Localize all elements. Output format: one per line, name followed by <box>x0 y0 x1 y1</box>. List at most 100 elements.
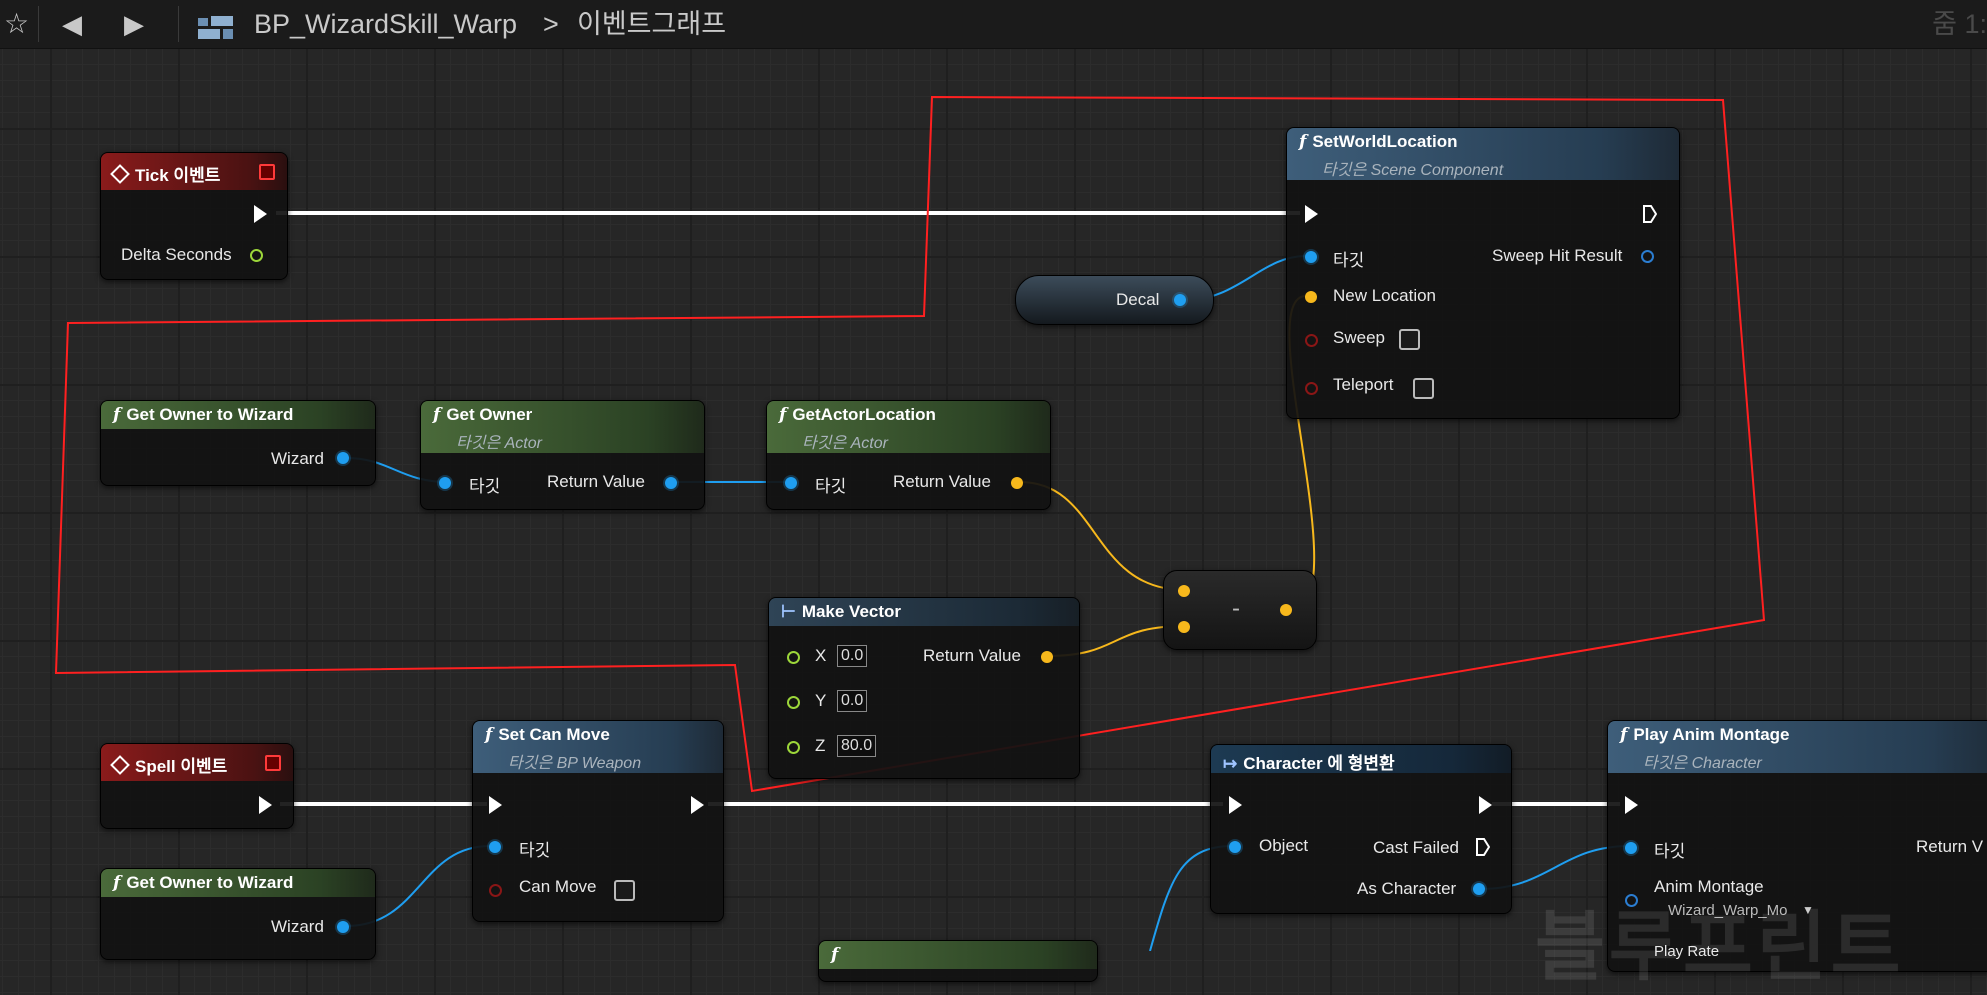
make-vector-y-pin[interactable] <box>787 696 800 709</box>
cast-to-character-node[interactable]: ↦ Character 에 형변환 Object Cast Failed As C… <box>1210 744 1512 914</box>
spell-exec-out-pin[interactable] <box>259 796 272 814</box>
make-vector-z-input[interactable]: 80.0 <box>837 735 877 757</box>
wizard-out-pin-2[interactable] <box>337 921 349 933</box>
swl-target-pin[interactable] <box>1305 251 1317 263</box>
teleport-checkbox[interactable] <box>1413 378 1434 399</box>
teleport-label: Teleport <box>1333 375 1394 394</box>
cast-object-pin[interactable] <box>1229 841 1241 853</box>
new-location-pin[interactable] <box>1305 291 1317 303</box>
function-icon: f <box>113 405 121 425</box>
toolbar-divider <box>178 6 179 42</box>
zoom-level: 줌 1: <box>1932 9 1987 39</box>
can-move-checkbox[interactable] <box>614 880 635 901</box>
set-world-location-node[interactable]: f SetWorldLocation 타깃은 Scene Component 타깃… <box>1286 127 1680 419</box>
sweep-pin[interactable] <box>1305 334 1318 347</box>
wizard-out-pin[interactable] <box>337 452 349 464</box>
subtract-b-pin[interactable] <box>1178 621 1190 633</box>
swl-exec-out-pin[interactable] <box>1643 205 1657 223</box>
cast-exec-in-pin[interactable] <box>1229 796 1242 814</box>
cast-object-label: Object <box>1259 836 1309 855</box>
get-actor-location-target-pin[interactable] <box>785 477 797 489</box>
make-vector-return-label: Return Value <box>923 646 1021 665</box>
get-owner-to-wizard-node[interactable]: f Get Owner to Wizard Wizard <box>100 400 376 486</box>
play-anim-target-pin[interactable] <box>1625 842 1637 854</box>
set-world-location-header: f SetWorldLocation 타깃은 Scene Component <box>1287 128 1679 180</box>
forward-arrow-icon[interactable]: ▶ <box>124 0 144 48</box>
sweep-hit-result-label: Sweep Hit Result <box>1492 246 1623 265</box>
spell-event-node[interactable]: Spell 이벤트 <box>100 743 294 829</box>
function-icon: f <box>485 725 493 745</box>
vector-subtract-node[interactable]: - <box>1163 570 1317 650</box>
set-can-move-node[interactable]: f Set Can Move 타깃은 BP Weapon 타깃 Can Move <box>472 720 724 922</box>
new-location-label: New Location <box>1333 286 1437 305</box>
make-vector-title: Make Vector <box>801 602 902 621</box>
get-owner-return-label: Return Value <box>547 472 645 491</box>
as-character-pin[interactable] <box>1473 883 1485 895</box>
get-owner-to-wizard-node-2[interactable]: f Get Owner to Wizard Wizard <box>100 868 376 960</box>
decal-out-pin[interactable] <box>1174 294 1186 306</box>
decal-label: Decal <box>1116 290 1160 309</box>
breadcrumb-asset[interactable]: BP_WizardSkill_Warp <box>254 0 517 48</box>
function-icon: f <box>779 405 787 425</box>
partial-node[interactable]: f <box>818 940 1098 982</box>
can-move-label: Can Move <box>519 877 597 896</box>
decal-variable-node[interactable]: Decal <box>1015 275 1214 325</box>
cast-exec-out-pin[interactable] <box>1479 796 1492 814</box>
play-anim-montage-header: f Play Anim Montage 타깃은 Character <box>1608 721 1987 773</box>
sweep-checkbox[interactable] <box>1399 329 1420 350</box>
play-anim-return-label: Return V <box>1916 837 1984 856</box>
partial-node-header: f <box>819 941 1097 969</box>
get-actor-location-return-pin[interactable] <box>1011 477 1023 489</box>
set-can-move-target-pin[interactable] <box>489 841 501 853</box>
set-can-move-exec-out-pin[interactable] <box>691 796 704 814</box>
get-actor-location-title: GetActorLocation <box>792 405 936 424</box>
wizard-label: Wizard <box>271 449 324 468</box>
make-vector-icon: ⊢ <box>781 602 796 621</box>
can-move-pin[interactable] <box>489 884 502 897</box>
get-owner-node[interactable]: f Get Owner 타깃은 Actor 타깃 Return Value <box>420 400 705 510</box>
get-owner-target-pin[interactable] <box>439 477 451 489</box>
make-vector-y-input[interactable]: 0.0 <box>837 690 868 712</box>
make-vector-node[interactable]: ⊢ Make Vector X 0.0 Return Value Y 0.0 Z … <box>768 597 1080 779</box>
favorite-star-icon[interactable]: ☆ <box>4 0 29 48</box>
subtract-a-pin[interactable] <box>1178 585 1190 597</box>
play-anim-montage-subtitle: 타깃은 Character <box>1643 755 1762 772</box>
get-actor-location-header: f GetActorLocation 타깃은 Actor <box>767 401 1050 453</box>
back-arrow-icon[interactable]: ◀ <box>62 0 82 48</box>
set-can-move-title: Set Can Move <box>498 725 610 744</box>
cast-icon: ↦ <box>1223 754 1238 773</box>
cast-failed-exec-pin[interactable] <box>1476 838 1490 856</box>
teleport-pin[interactable] <box>1305 382 1318 395</box>
delta-seconds-label: Delta Seconds <box>121 245 232 264</box>
function-icon: f <box>1620 725 1628 745</box>
subtract-out-pin[interactable] <box>1280 604 1292 616</box>
set-world-location-title: SetWorldLocation <box>1312 132 1458 151</box>
blueprint-graph-icon <box>198 12 234 39</box>
get-actor-location-return-label: Return Value <box>893 472 991 491</box>
make-vector-x-pin[interactable] <box>787 651 800 664</box>
tick-exec-out-pin[interactable] <box>254 205 267 223</box>
get-actor-location-node[interactable]: f GetActorLocation 타깃은 Actor 타깃 Return Va… <box>766 400 1051 510</box>
event-diamond-icon <box>110 164 130 184</box>
spell-event-title: Spell 이벤트 <box>135 757 228 776</box>
swl-exec-in-pin[interactable] <box>1305 205 1318 223</box>
set-can-move-target-label: 타깃 <box>519 841 551 860</box>
function-icon: f <box>433 405 441 425</box>
set-can-move-subtitle: 타깃은 BP Weapon <box>508 755 642 772</box>
tick-event-node[interactable]: Tick 이벤트 Delta Seconds <box>100 152 288 280</box>
get-owner-return-pin[interactable] <box>665 477 677 489</box>
as-character-label: As Character <box>1357 879 1457 898</box>
make-vector-z-pin[interactable] <box>787 741 800 754</box>
make-vector-return-pin[interactable] <box>1041 651 1053 663</box>
get-actor-location-target-label: 타깃 <box>815 477 847 496</box>
get-owner-to-wizard-header: f Get Owner to Wizard <box>101 401 375 429</box>
get-owner-to-wizard-title-2: Get Owner to Wizard <box>126 873 294 892</box>
set-can-move-exec-in-pin[interactable] <box>489 796 502 814</box>
make-vector-x-input[interactable]: 0.0 <box>837 645 868 667</box>
sweep-hit-result-pin[interactable] <box>1641 250 1654 263</box>
delta-seconds-pin[interactable] <box>250 249 263 262</box>
toolbar-divider <box>38 6 39 42</box>
function-icon: f <box>831 945 839 965</box>
play-anim-exec-in-pin[interactable] <box>1625 796 1638 814</box>
breadcrumb-graph[interactable]: 이벤트그래프 <box>577 0 726 48</box>
